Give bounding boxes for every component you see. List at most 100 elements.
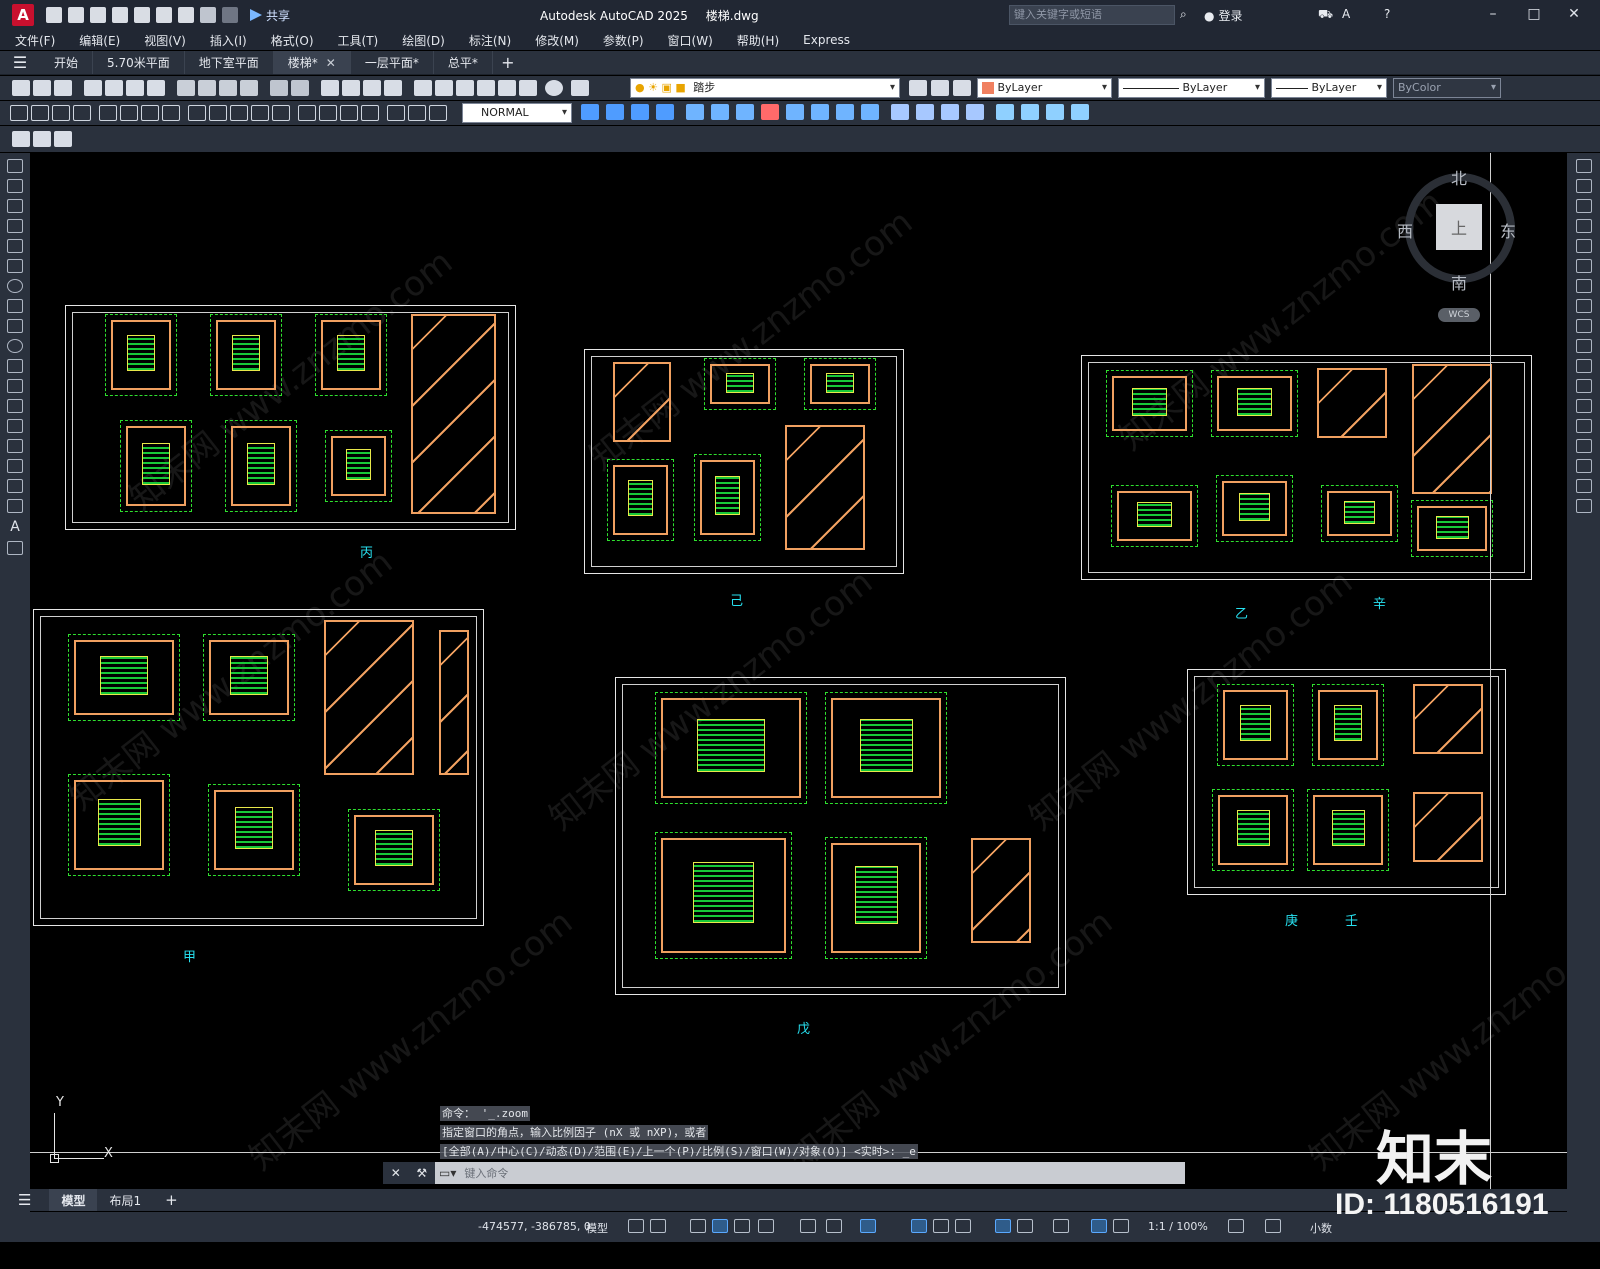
aligned-dim-icon[interactable] bbox=[31, 105, 49, 121]
transparency-icon[interactable] bbox=[933, 1219, 949, 1233]
plot-icon[interactable] bbox=[84, 80, 102, 96]
draworder-icon[interactable] bbox=[1046, 104, 1064, 120]
add-selected-icon[interactable] bbox=[7, 541, 23, 555]
array-icon[interactable] bbox=[1575, 239, 1592, 253]
menu-format[interactable]: 格式(O) bbox=[271, 32, 314, 49]
region-icon[interactable] bbox=[7, 479, 23, 493]
lineweight-dropdown[interactable]: ByLayer ▾ bbox=[1271, 78, 1387, 98]
linetype-dropdown[interactable]: ByLayer ▾ bbox=[1118, 78, 1265, 98]
selection-filter-icon[interactable] bbox=[1053, 1219, 1069, 1233]
paste-icon[interactable] bbox=[219, 80, 237, 96]
break-icon[interactable] bbox=[272, 105, 290, 121]
customize-wrench-icon[interactable]: ⚒ bbox=[416, 1166, 427, 1180]
radius-icon[interactable] bbox=[99, 105, 117, 121]
erase-icon[interactable] bbox=[1575, 159, 1592, 173]
menu-file[interactable]: 文件(F) bbox=[15, 32, 55, 49]
object-snap-tracking-icon[interactable] bbox=[826, 1219, 842, 1233]
maximize-button[interactable]: □ bbox=[1524, 4, 1544, 24]
explode-icon[interactable] bbox=[996, 104, 1014, 120]
layer-previous-icon[interactable] bbox=[931, 80, 949, 96]
menu-draw[interactable]: 绘图(D) bbox=[402, 32, 445, 49]
group-icon[interactable] bbox=[1071, 104, 1089, 120]
space-icon[interactable] bbox=[251, 105, 269, 121]
zoom-previous-icon[interactable] bbox=[384, 80, 402, 96]
text-front-icon[interactable] bbox=[54, 131, 72, 147]
rectangle-icon[interactable] bbox=[7, 239, 23, 253]
trim-icon[interactable] bbox=[1575, 339, 1592, 353]
match-properties-icon[interactable] bbox=[240, 80, 258, 96]
polar-tracking-icon[interactable] bbox=[758, 1219, 774, 1233]
menu-insert[interactable]: 插入(I) bbox=[210, 32, 247, 49]
copy-icon[interactable] bbox=[198, 80, 216, 96]
tab-site-plan[interactable]: 总平* bbox=[434, 51, 493, 74]
tab-layout1[interactable]: 布局1 bbox=[97, 1189, 153, 1211]
construction-line-icon[interactable] bbox=[7, 179, 23, 193]
undo-icon[interactable] bbox=[270, 80, 288, 96]
zoom-realtime-icon[interactable] bbox=[342, 80, 360, 96]
viewcube-east[interactable]: 东 bbox=[1500, 218, 1516, 242]
object-snap-icon[interactable] bbox=[860, 1219, 876, 1233]
jogged-linear-icon[interactable] bbox=[361, 105, 379, 121]
save-icon[interactable] bbox=[90, 7, 106, 23]
new-file-icon[interactable] bbox=[46, 7, 62, 23]
viewcube-south[interactable]: 南 bbox=[1451, 270, 1467, 294]
rotate-icon[interactable] bbox=[1575, 279, 1592, 293]
menu-express[interactable]: Express bbox=[803, 33, 850, 47]
baseline-icon[interactable] bbox=[209, 105, 227, 121]
copy-object-icon[interactable] bbox=[631, 104, 649, 120]
hatch-icon[interactable] bbox=[7, 439, 23, 453]
help-icon[interactable]: ? bbox=[1384, 7, 1390, 21]
layer-properties-icon[interactable] bbox=[571, 80, 589, 96]
make-block-icon[interactable] bbox=[7, 399, 23, 413]
close-icon[interactable]: ✕ bbox=[391, 1166, 401, 1180]
redo-icon[interactable] bbox=[222, 7, 238, 23]
chamfer-icon[interactable] bbox=[1575, 439, 1592, 453]
blend-curves-icon[interactable] bbox=[1575, 479, 1592, 493]
menu-dimension[interactable]: 标注(N) bbox=[469, 32, 511, 49]
fillet-icon[interactable] bbox=[966, 104, 984, 120]
drawing-sheet[interactable] bbox=[615, 677, 1066, 995]
move-icon[interactable] bbox=[1575, 259, 1592, 273]
join-icon[interactable] bbox=[1575, 419, 1592, 433]
table-icon[interactable] bbox=[7, 499, 23, 513]
diameter-icon[interactable] bbox=[141, 105, 159, 121]
add-layout-button[interactable]: + bbox=[153, 1189, 190, 1211]
dim-text-edit-icon[interactable] bbox=[408, 105, 426, 121]
3dprint-icon[interactable] bbox=[147, 80, 165, 96]
help-icon[interactable] bbox=[545, 80, 563, 96]
erase-icon[interactable] bbox=[606, 104, 624, 120]
print-icon[interactable] bbox=[178, 7, 194, 23]
model-space-button[interactable]: 模型 bbox=[586, 1220, 608, 1236]
selection-cycling-icon[interactable] bbox=[955, 1219, 971, 1233]
revcloud-icon[interactable] bbox=[7, 299, 23, 313]
explode-icon[interactable] bbox=[1575, 499, 1592, 513]
center-mark-icon[interactable] bbox=[319, 105, 337, 121]
close-button[interactable]: ✕ bbox=[1564, 4, 1584, 24]
move-icon[interactable] bbox=[736, 104, 754, 120]
new-tab-button[interactable]: + bbox=[493, 51, 523, 74]
sheet-set-icon[interactable] bbox=[477, 80, 495, 96]
dynamic-input-icon[interactable] bbox=[712, 1219, 728, 1233]
minimize-button[interactable]: – bbox=[1483, 4, 1503, 24]
menu-icon[interactable]: ☰ bbox=[0, 51, 40, 74]
tab-570-plan[interactable]: 5.70米平面 bbox=[93, 51, 185, 74]
undo-icon[interactable] bbox=[200, 7, 216, 23]
publish-icon[interactable] bbox=[134, 7, 150, 23]
isodraft-icon[interactable] bbox=[800, 1219, 816, 1233]
menu-help[interactable]: 帮助(H) bbox=[737, 32, 779, 49]
autodesk-app-icon[interactable]: A bbox=[1342, 7, 1350, 21]
open-file-icon[interactable] bbox=[68, 7, 84, 23]
layer-states-icon[interactable] bbox=[953, 80, 971, 96]
pan-icon[interactable] bbox=[321, 80, 339, 96]
arc-icon[interactable] bbox=[7, 259, 23, 273]
cart-icon[interactable]: ⛟ bbox=[1318, 7, 1333, 23]
menu-view[interactable]: 视图(V) bbox=[144, 32, 186, 49]
gradient-icon[interactable] bbox=[7, 459, 23, 473]
command-input[interactable]: 键入命令 bbox=[456, 1165, 508, 1181]
login-button[interactable]: ● 登录 bbox=[1204, 7, 1243, 24]
linear-dim-icon[interactable] bbox=[10, 105, 28, 121]
join-icon[interactable] bbox=[916, 104, 934, 120]
annotation-scale[interactable]: 1:1 / 100% bbox=[1148, 1220, 1208, 1233]
open-icon[interactable] bbox=[33, 80, 51, 96]
cut-icon[interactable] bbox=[177, 80, 195, 96]
